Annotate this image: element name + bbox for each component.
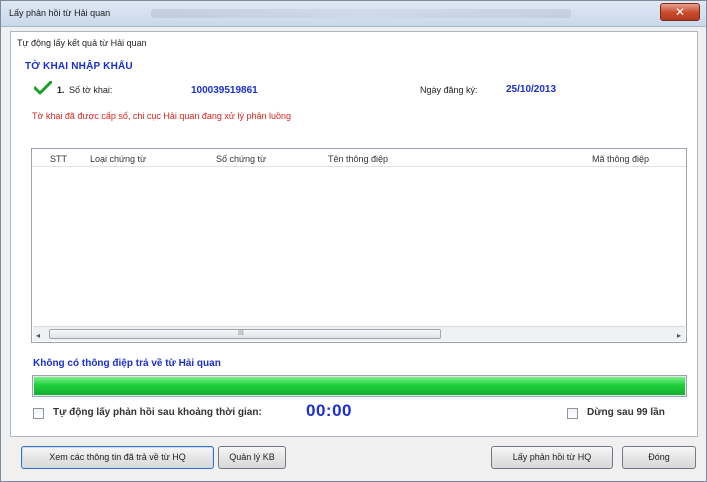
checkmark-icon — [34, 81, 52, 95]
title-bar[interactable]: Lấy phản hồi từ Hải quan ✕ — [1, 1, 706, 27]
declaration-number-value: 100039519861 — [191, 85, 258, 96]
countdown-timer: 00:00 — [306, 401, 352, 420]
column-header-document-number[interactable]: Số chứng từ — [216, 154, 266, 164]
registration-date-label: Ngày đăng ký: — [420, 85, 478, 95]
auto-fetch-checkbox[interactable] — [33, 408, 44, 419]
progress-fill — [34, 377, 685, 395]
window-title: Lấy phản hồi từ Hải quan — [9, 8, 111, 18]
declaration-type: TỜ KHAI NHẬP KHẨU — [25, 61, 133, 72]
registration-date-value: 25/10/2013 — [506, 84, 557, 95]
window-close-button[interactable]: ✕ — [660, 3, 700, 21]
scroll-thumb[interactable]: III — [49, 329, 441, 339]
column-header-message-code[interactable]: Mã thông điệp — [592, 154, 649, 164]
scroll-right-icon[interactable]: ▸ — [677, 331, 681, 340]
scroll-grip: III — [238, 330, 244, 337]
column-header-stt[interactable]: STT — [50, 154, 67, 164]
manage-kb-button[interactable]: Quản lý KB — [218, 446, 286, 469]
auto-fetch-heading: Tự động lấy kết quả từ Hải quan — [17, 38, 147, 48]
response-dialog: Lấy phản hồi từ Hải quan ✕ Tự động lấy k… — [0, 0, 707, 482]
column-header-document-type[interactable]: Loại chứng từ — [90, 154, 146, 164]
scroll-left-icon[interactable]: ◂ — [36, 331, 40, 340]
view-returned-info-button[interactable]: Xem các thông tin đã trả về từ HQ — [21, 446, 214, 469]
item-index: 1. — [57, 85, 65, 95]
stop-after-checkbox[interactable] — [567, 408, 578, 419]
status-message: Tờ khai đã được cấp số, chi cục Hải quan… — [32, 111, 292, 121]
message-list[interactable]: STT Loại chứng từ Số chứng từ Tên thông … — [31, 148, 687, 343]
close-button[interactable]: Đóng — [622, 446, 696, 469]
auto-fetch-label: Tự động lấy phản hồi sau khoảng thời gia… — [53, 407, 262, 418]
list-header: STT Loại chứng từ Số chứng từ Tên thông … — [32, 149, 686, 167]
stop-after-label: Dừng sau 99 lần — [587, 407, 665, 418]
declaration-number-label: Số tờ khai: — [69, 85, 113, 95]
get-response-button[interactable]: Lấy phản hồi từ HQ — [491, 446, 613, 469]
title-bar-background — [151, 9, 571, 18]
progress-bar — [32, 375, 687, 397]
progress-message: Không có thông điệp trả về từ Hải quan — [33, 358, 221, 369]
horizontal-scrollbar[interactable]: ◂ III ▸ — [33, 326, 685, 341]
column-header-message-name[interactable]: Tên thông điệp — [328, 154, 388, 164]
